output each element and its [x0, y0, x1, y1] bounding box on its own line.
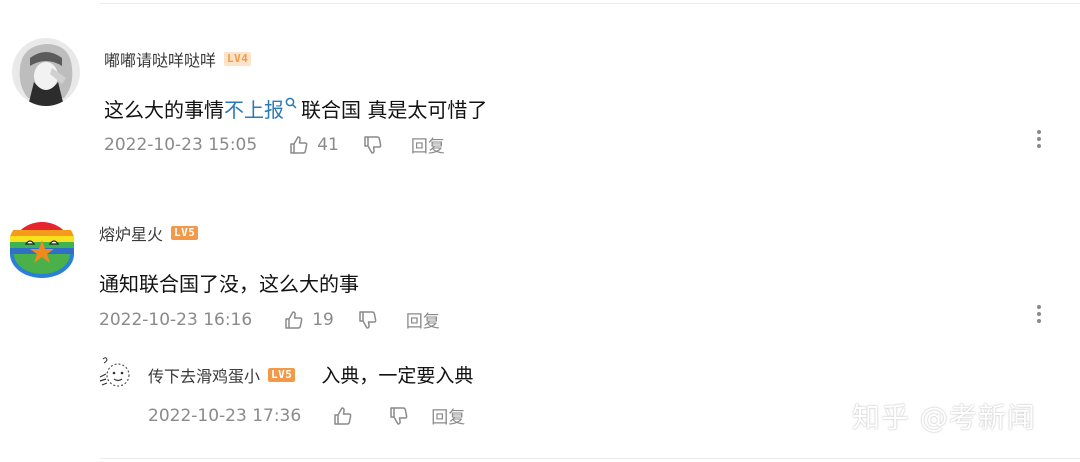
dislike-button[interactable] — [358, 310, 378, 330]
level-badge: LV5 — [171, 226, 199, 240]
thumbs-up-icon — [290, 135, 308, 154]
thumbs-up-icon — [334, 406, 352, 425]
thumbs-up-icon — [285, 310, 303, 329]
avatar-image — [12, 38, 80, 106]
comment-text: 这么大的事情不上报 联合国 真是太可惜了 — [104, 94, 487, 123]
reply-button[interactable]: 回复 — [431, 403, 465, 428]
comment-section: 嘟嘟请哒咩哒咩 LV4 这么大的事情不上报 联合国 真是太可惜了 2022-10-… — [0, 0, 1080, 462]
username[interactable]: 传下去滑鸡蛋小 — [148, 363, 260, 387]
like-button[interactable] — [333, 406, 353, 426]
comment-meta: 2022-10-23 15:05 41 回复 — [104, 132, 469, 158]
like-button[interactable]: 41 — [289, 135, 339, 155]
dislike-button[interactable] — [389, 406, 409, 426]
avatar-image — [98, 355, 134, 391]
level-badge: LV5 — [268, 367, 296, 382]
more-options-icon[interactable] — [1036, 130, 1042, 150]
comment-text-before: 这么大的事情 — [104, 98, 224, 122]
reply-text: 入典，一定要入典 — [321, 365, 474, 387]
comment-author[interactable]: 嘟嘟请哒咩哒咩 LV4 — [104, 47, 252, 71]
comment-date: 2022-10-23 16:16 — [99, 309, 253, 330]
comment-meta: 2022-10-23 16:16 19 回复 — [99, 307, 464, 333]
reply-button[interactable]: 回复 — [406, 307, 440, 332]
search-link-label[interactable]: 不上报 — [224, 98, 284, 122]
reply-date: 2022-10-23 17:36 — [148, 405, 302, 426]
comment-text-after: 联合国 真是太可惜了 — [301, 98, 488, 122]
watermark: 知乎 @考新闻 — [852, 401, 1036, 434]
thumbs-down-icon — [364, 135, 382, 154]
reply-button[interactable]: 回复 — [411, 132, 445, 157]
reply-label[interactable]: 回复 — [431, 403, 465, 428]
avatar-image — [8, 214, 76, 282]
thumbs-down-icon — [390, 406, 408, 425]
username[interactable]: 熔炉星火 — [99, 221, 163, 245]
divider-top — [100, 3, 1080, 4]
like-count: 19 — [312, 309, 334, 330]
like-button[interactable]: 19 — [284, 310, 334, 330]
username[interactable]: 嘟嘟请哒咩哒咩 — [104, 47, 216, 71]
dislike-button[interactable] — [363, 135, 383, 155]
search-icon — [285, 97, 297, 109]
reply-label[interactable]: 回复 — [406, 307, 440, 332]
avatar[interactable] — [8, 214, 76, 282]
more-options-icon[interactable] — [1036, 305, 1042, 325]
thumbs-down-icon — [359, 310, 377, 329]
reply-label[interactable]: 回复 — [411, 132, 445, 157]
avatar[interactable] — [98, 355, 134, 391]
reply-content: 传下去滑鸡蛋小 LV5 入典，一定要入典 — [148, 361, 473, 388]
divider-bottom — [100, 458, 1080, 459]
comment-date: 2022-10-23 15:05 — [104, 134, 258, 155]
reply-meta: 2022-10-23 17:36 回复 — [148, 403, 489, 429]
avatar[interactable] — [12, 38, 80, 106]
like-count: 41 — [317, 134, 339, 155]
search-link[interactable]: 不上报 — [224, 97, 297, 122]
comment-text: 通知联合国了没，这么大的事 — [99, 272, 359, 296]
reply-author[interactable]: 传下去滑鸡蛋小 LV5 — [148, 363, 296, 387]
comment-author[interactable]: 熔炉星火 LV5 — [99, 221, 199, 245]
level-badge: LV4 — [224, 52, 252, 66]
